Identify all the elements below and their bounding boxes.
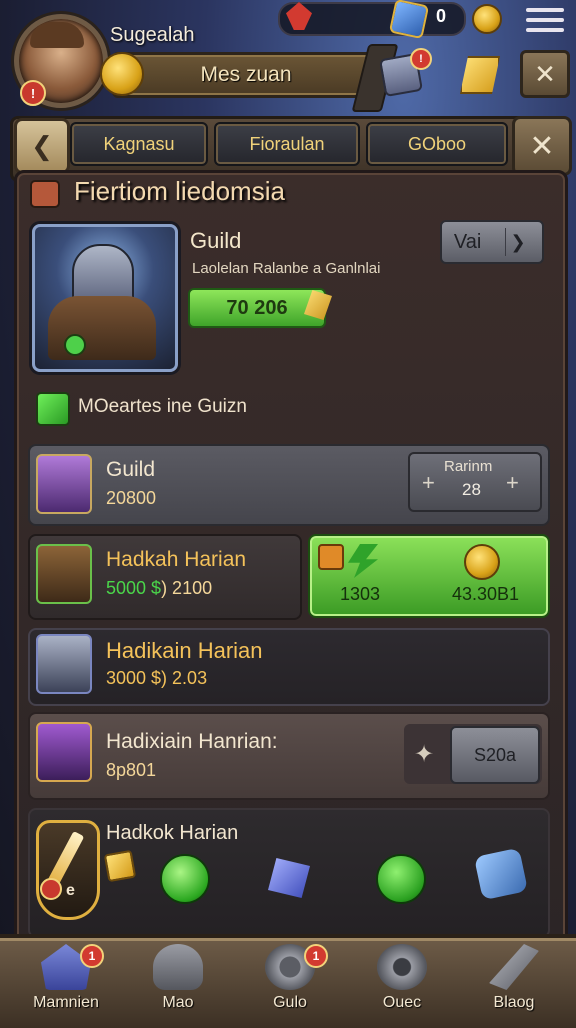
list-item-name: Hadixiain Hanrian:	[106, 730, 278, 753]
panel-header-icon	[30, 180, 60, 208]
guild-value-bar[interactable]: 70 206	[188, 288, 326, 328]
tab-close-button[interactable]: ✕	[512, 116, 572, 176]
coin-value: 43.30B1	[452, 584, 520, 604]
stepper-value: 28	[462, 480, 481, 499]
map-icon	[153, 944, 203, 990]
list-item-name: Hadkah Harian	[106, 548, 247, 571]
hamburger-menu-icon[interactable]	[526, 8, 564, 32]
resource-value: 0	[436, 6, 447, 26]
chevron-right-icon: ❯	[505, 228, 530, 256]
green-orb-icon[interactable]	[160, 854, 210, 904]
orange-badge-icon	[318, 544, 344, 570]
top-close-button[interactable]: ✕	[520, 50, 570, 98]
guild-subtitle: Laolelan Ralanbe a Ganlnlai	[192, 260, 381, 277]
list-item-name: Hadikain Harian	[106, 638, 263, 663]
buy-button[interactable]: S20a	[450, 726, 540, 784]
stepper-label: Rarinm	[444, 458, 493, 475]
row-portrait-mage	[36, 454, 92, 514]
player-banner[interactable]: Mes zuan	[112, 52, 380, 98]
shield-alert-badge: !	[410, 48, 432, 70]
list-item-value: 5000 $) 2100	[106, 578, 212, 599]
quest-icon	[377, 944, 427, 990]
nav-item-ouec[interactable]: Ouec	[346, 940, 458, 1020]
row-portrait-warrior	[36, 544, 92, 604]
green-bolt-orb-icon[interactable]	[376, 854, 426, 904]
player-banner-label: Mes zuan	[200, 63, 292, 86]
claim-reward-panel[interactable]	[308, 534, 550, 618]
player-name: Sugealah	[110, 24, 195, 46]
gold-ingot-icon[interactable]	[460, 56, 500, 94]
nav-badge: 1	[304, 944, 328, 968]
panel-title: Fiertiom liedomsia	[74, 176, 285, 206]
sword-label: e	[66, 882, 75, 899]
nav-label: Mamnien	[33, 994, 99, 1011]
nav-item-mamnien[interactable]: 1 Mamnien	[10, 940, 122, 1020]
energy-value: 1303	[340, 584, 381, 604]
vai-button-label: Vai	[453, 230, 482, 253]
list-item-name: Guild	[106, 458, 156, 481]
row-portrait-sorcerer	[36, 722, 92, 782]
tab-goboo[interactable]: GOboo	[366, 122, 508, 166]
green-crystal-icon	[36, 392, 70, 426]
value-rest-part: ) 2100	[161, 578, 213, 598]
value-green-part: 5000 $	[106, 578, 162, 598]
list-item-value: 20800	[106, 488, 157, 508]
avatar-alert-badge: !	[20, 80, 46, 106]
sword-frame	[36, 820, 100, 920]
vai-button[interactable]: Vai ❯	[440, 220, 544, 264]
nav-label: Mao	[162, 994, 194, 1011]
moderates-label: MOeartes ine Guizn	[78, 396, 247, 417]
list-item-value: 3000 $) 2.03	[106, 668, 208, 688]
banner-coin-icon	[100, 52, 144, 96]
list-item-name: Hadkok Harian	[106, 822, 239, 844]
gold-coin-icon	[464, 544, 500, 580]
nav-label: Blaog	[493, 994, 535, 1011]
hero-armor-image	[48, 296, 156, 360]
blue-gem-icon[interactable]	[388, 0, 430, 40]
tab-fioraulan[interactable]: Fioraulan	[214, 122, 360, 166]
nav-item-mao[interactable]: Mao	[122, 940, 234, 1020]
gold-ingot-icon[interactable]	[103, 849, 137, 883]
guild-title: Guild	[190, 228, 242, 253]
tab-kagnasu[interactable]: Kagnasu	[70, 122, 208, 166]
nav-item-blaog[interactable]: Blaog	[458, 940, 570, 1020]
sparkle-icon: ✦	[414, 741, 435, 768]
nav-item-gulo[interactable]: 1 Gulo	[234, 940, 346, 1020]
gold-coin-icon[interactable]	[472, 4, 502, 34]
blog-icon	[489, 944, 539, 990]
nav-label: Gulo	[273, 994, 307, 1011]
nav-label: Ouec	[382, 994, 422, 1011]
buy-button-label: S20a	[473, 744, 517, 765]
list-item-value: 8p801	[106, 760, 157, 780]
sword-badge	[40, 878, 62, 900]
nav-badge: 1	[80, 944, 104, 968]
green-gem-icon	[64, 334, 86, 356]
row-portrait-knight	[36, 634, 92, 694]
back-button[interactable]: ❮	[14, 118, 70, 174]
stepper-increase-button[interactable]: +	[506, 470, 519, 496]
guild-value: 70 206	[226, 296, 288, 319]
avatar-hair	[30, 22, 84, 48]
stepper-decrease-button[interactable]: +	[422, 470, 435, 496]
